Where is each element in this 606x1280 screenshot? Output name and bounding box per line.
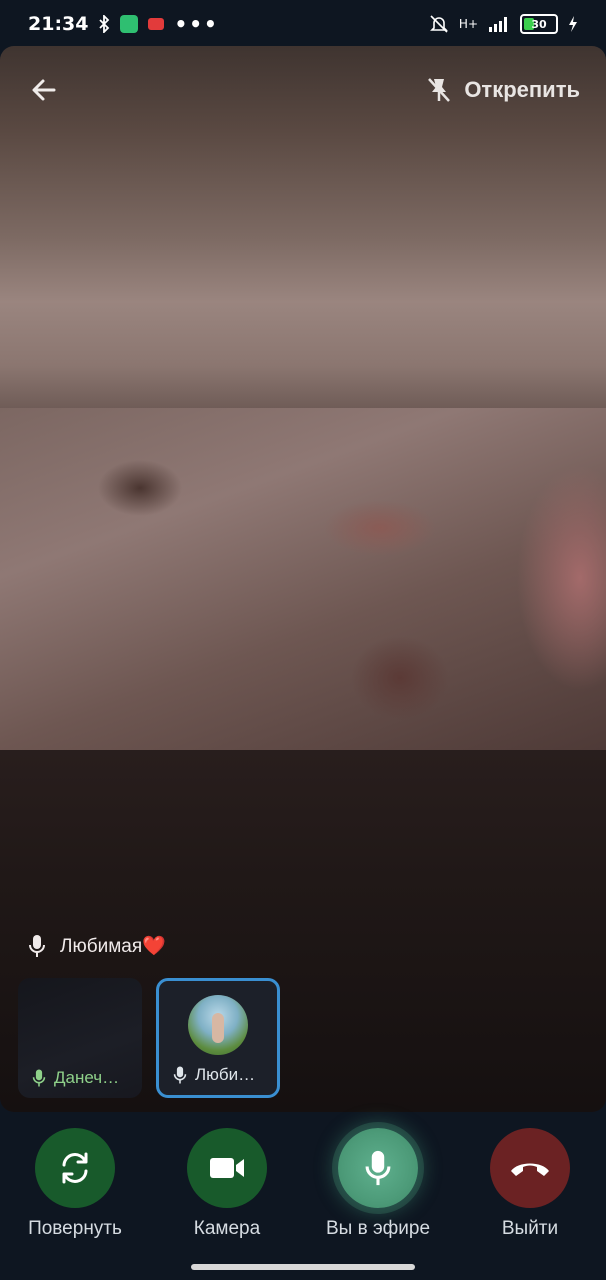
home-indicator[interactable]	[191, 1264, 415, 1270]
unpin-button[interactable]: Открепить	[426, 76, 580, 104]
microphone-icon	[29, 935, 45, 957]
status-right: H+ 30	[429, 14, 578, 34]
camera-button[interactable]: Камера	[152, 1128, 302, 1240]
participant-name: Люби…	[195, 1065, 256, 1084]
video-app-icon	[148, 18, 165, 30]
battery-icon: 30	[520, 14, 558, 34]
participant-thumbnail-active[interactable]: Люби…	[156, 978, 280, 1098]
current-speaker: Любимая❤️	[28, 934, 166, 958]
participant-thumbnail[interactable]: Данеч…	[18, 978, 142, 1098]
on-air-circle[interactable]	[338, 1128, 418, 1208]
leave-label: Выйти	[501, 1218, 559, 1239]
microphone-icon	[32, 1069, 46, 1087]
rotate-circle[interactable]	[35, 1128, 115, 1208]
unpin-icon	[428, 78, 451, 102]
call-top-bar: Открепить	[0, 46, 606, 134]
rotate-camera-icon	[62, 1152, 88, 1184]
participant-label: Люби…	[173, 1065, 255, 1085]
notifications-muted-icon	[429, 14, 449, 34]
unpin-label: Открепить	[464, 77, 580, 102]
participant-label: Данеч…	[32, 1068, 119, 1088]
call-controls: Повернуть Камера Вы в эфире Выйти	[0, 1128, 606, 1248]
bluetooth-icon	[98, 15, 110, 33]
participant-name: Данеч…	[54, 1068, 120, 1087]
on-air-label: Вы в эфире	[325, 1218, 431, 1239]
rotate-button[interactable]: Повернуть	[0, 1128, 150, 1240]
video-stream[interactable]: Открепить Любимая❤️ Данеч… Люби…	[0, 46, 606, 1112]
battery-level: 30	[531, 17, 547, 31]
leave-circle[interactable]	[490, 1128, 570, 1208]
charging-icon	[568, 16, 578, 32]
avatar	[188, 995, 248, 1055]
status-left: 21:34 •••	[28, 12, 219, 36]
hang-up-icon	[511, 1163, 549, 1176]
video-feed	[0, 408, 606, 750]
more-notifications-icon: •••	[174, 12, 219, 36]
network-type: H+	[458, 17, 478, 31]
camera-label: Камера	[193, 1218, 261, 1239]
camera-circle[interactable]	[187, 1128, 267, 1208]
back-arrow-icon	[32, 79, 56, 101]
participant-thumbnails: Данеч… Люби…	[18, 978, 280, 1098]
on-air-button[interactable]: Вы в эфире	[303, 1128, 453, 1240]
back-button[interactable]	[24, 70, 64, 110]
video-camera-icon	[210, 1158, 244, 1178]
microphone-icon	[173, 1066, 187, 1084]
security-app-icon	[120, 15, 139, 33]
microphone-icon	[365, 1150, 391, 1186]
leave-button[interactable]: Выйти	[455, 1128, 605, 1240]
status-bar: 21:34 ••• H+ 30	[0, 0, 606, 48]
speaker-name: Любимая❤️	[60, 936, 166, 957]
rotate-label: Повернуть	[28, 1218, 122, 1239]
signal-icon	[488, 16, 510, 32]
status-time: 21:34	[28, 13, 89, 35]
